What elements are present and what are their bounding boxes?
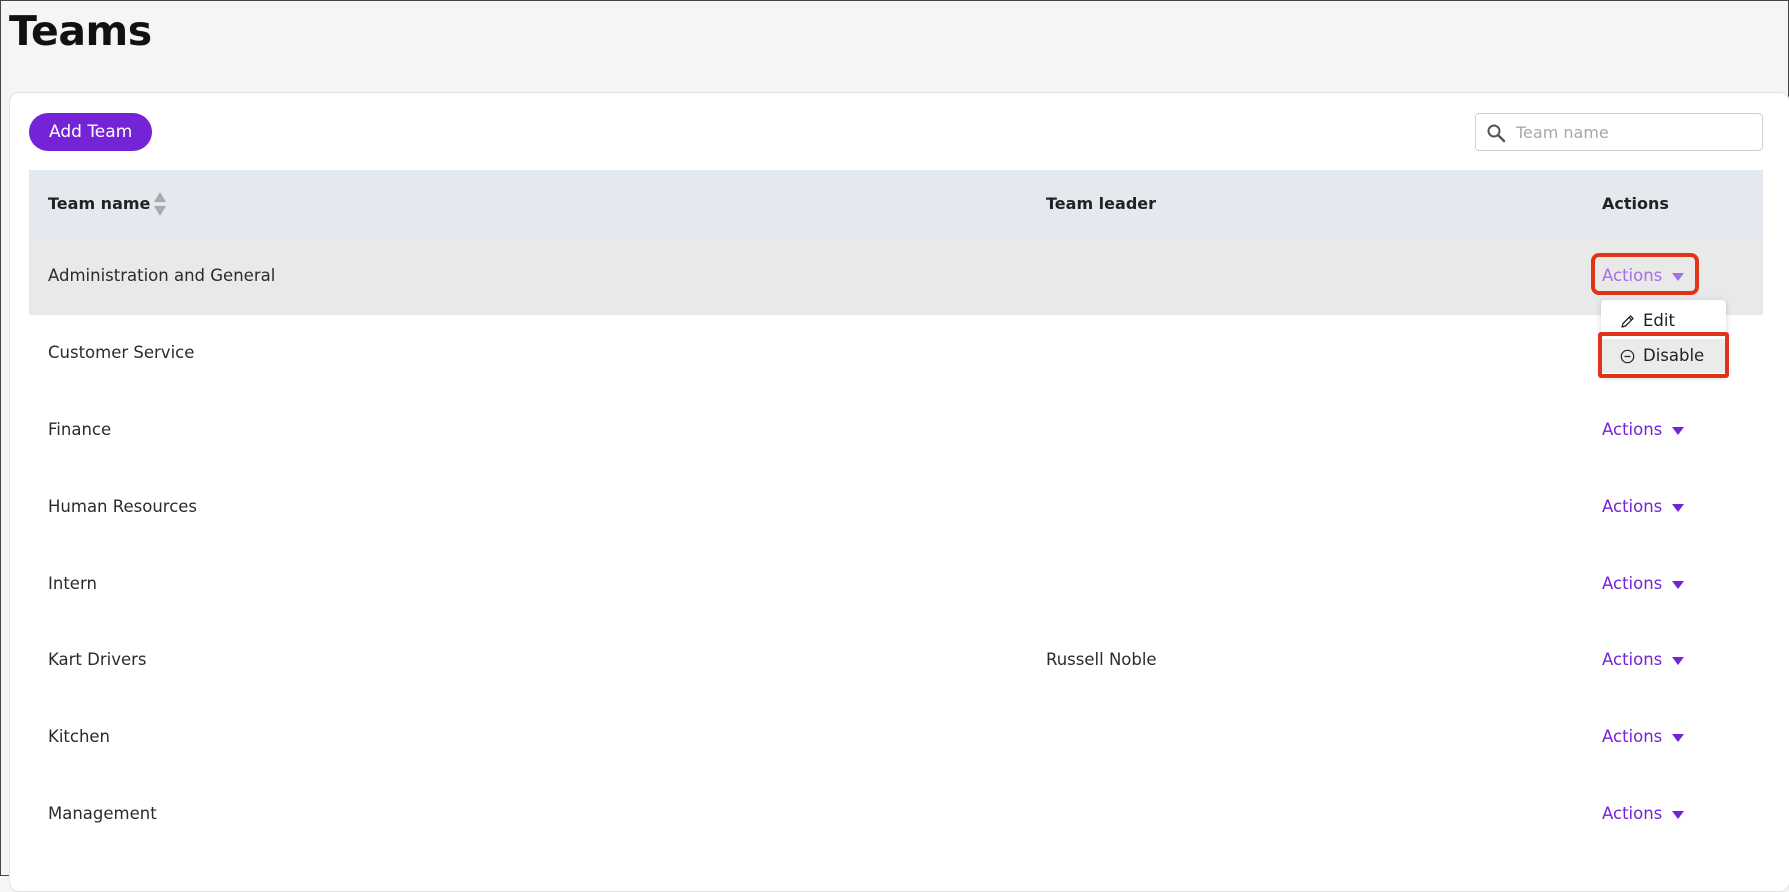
team-name-cell: Customer Service [48, 343, 195, 362]
table-row: Customer Service [29, 315, 1763, 392]
caret-down-icon [1672, 580, 1685, 589]
menu-item-edit[interactable]: Edit [1601, 304, 1726, 338]
column-header-actions: Actions [1602, 194, 1669, 213]
caret-down-icon [1672, 656, 1685, 665]
pencil-icon [1621, 315, 1634, 328]
actions-dropdown-button[interactable]: Actions [1602, 420, 1685, 439]
search-icon [1487, 124, 1506, 143]
actions-label: Actions [1602, 266, 1663, 285]
team-name-cell: Kitchen [48, 727, 111, 746]
team-name-cell: Human Resources [48, 497, 198, 516]
teams-card: Add Team Team name Team leader Actions A… [9, 92, 1789, 892]
team-name-cell: Management [48, 804, 157, 823]
column-header-team-name[interactable]: Team name [48, 194, 150, 213]
actions-label: Actions [1602, 650, 1663, 669]
caret-down-icon [1672, 272, 1685, 281]
actions-label: Actions [1602, 497, 1663, 516]
actions-label: Actions [1602, 574, 1663, 593]
caret-down-icon [1672, 810, 1685, 819]
table-header: Team name Team leader Actions [29, 170, 1763, 238]
actions-dropdown-button[interactable]: Actions [1602, 497, 1685, 516]
team-name-cell: Administration and General [48, 266, 276, 285]
table-row: Kart Drivers Russell Noble Actions [29, 622, 1763, 699]
search-input[interactable] [1514, 114, 1758, 150]
add-team-button[interactable]: Add Team [29, 113, 153, 151]
actions-label: Actions [1602, 804, 1663, 823]
actions-dropdown-button[interactable]: Actions [1602, 804, 1685, 823]
caret-down-icon [1672, 426, 1685, 435]
actions-dropdown-button[interactable]: Actions [1602, 574, 1685, 593]
actions-dropdown-button[interactable]: Actions [1602, 266, 1685, 285]
menu-item-label: Disable [1643, 346, 1705, 365]
actions-dropdown-button[interactable]: Actions [1602, 650, 1685, 669]
team-leader-cell: Russell Noble [1046, 650, 1157, 669]
menu-item-disable[interactable]: Disable [1601, 339, 1726, 373]
menu-item-label: Edit [1643, 311, 1675, 330]
search-box[interactable] [1475, 113, 1763, 151]
caret-down-icon [1672, 503, 1685, 512]
actions-dropdown-button[interactable]: Actions [1602, 727, 1685, 746]
table-row: Human Resources Actions [29, 469, 1763, 546]
actions-dropdown-menu: Edit Disable [1601, 300, 1726, 377]
table-row: Management Actions [29, 776, 1763, 853]
table-row: Kitchen Actions [29, 699, 1763, 776]
minus-circle-icon [1620, 349, 1635, 364]
sort-icon[interactable] [153, 191, 167, 217]
actions-label: Actions [1602, 420, 1663, 439]
column-header-team-leader: Team leader [1046, 194, 1157, 213]
table-row: Finance Actions [29, 392, 1763, 469]
team-name-cell: Kart Drivers [48, 650, 147, 669]
table-row: Administration and General Actions [29, 238, 1763, 315]
caret-down-icon [1672, 733, 1685, 742]
page-title: Teams [9, 7, 152, 55]
team-name-cell: Intern [48, 574, 97, 593]
table-row: Intern Actions [29, 546, 1763, 623]
team-name-cell: Finance [48, 420, 112, 439]
actions-label: Actions [1602, 727, 1663, 746]
